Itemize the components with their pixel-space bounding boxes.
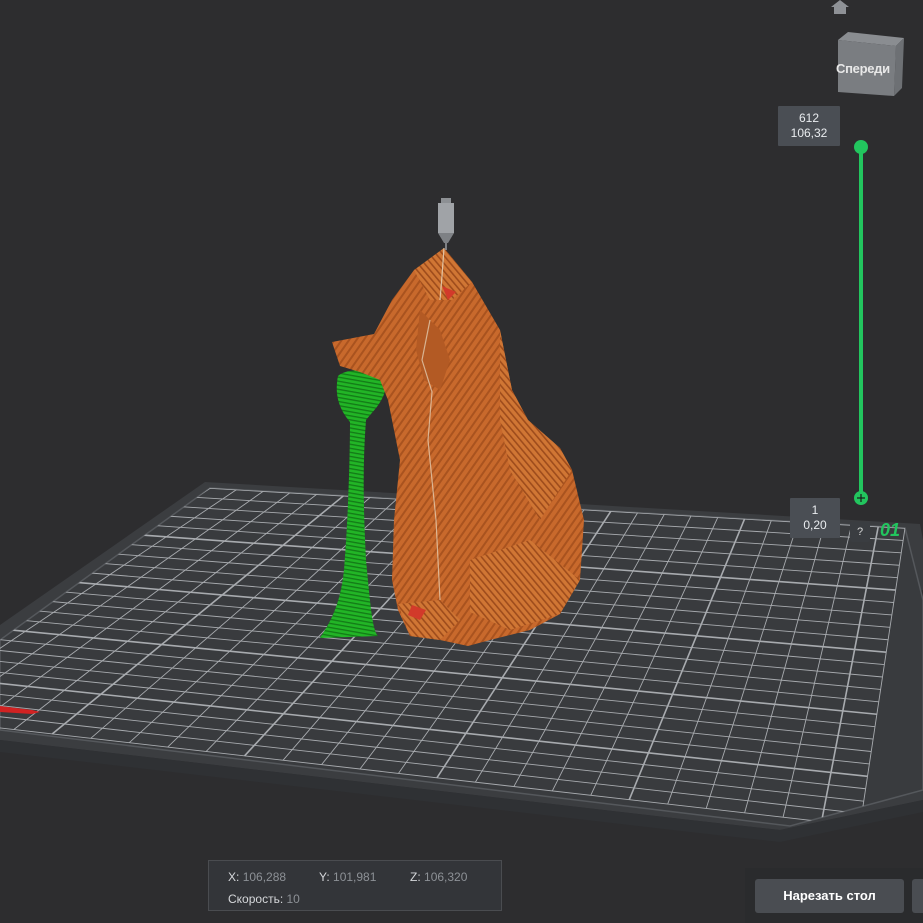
x-value: 106,288 [242,870,287,884]
top-layer-number: 612 [798,111,820,125]
position-status-panel: X: 106,288 Y: 101,981 Z: 106,320 Скорост… [208,860,502,911]
y-coordinate: Y: 101,981 [319,870,376,884]
bottom-layer-label: 1 0,20 [790,498,840,538]
z-label: Z: [410,870,421,884]
slice-plate-button[interactable]: Нарезать стол [755,879,904,913]
slice-options-button[interactable] [912,879,923,913]
svg-text:01: 01 [880,520,900,540]
layer-slider-bottom-handle[interactable] [854,491,868,505]
3d-preview-viewport[interactable]: 01 Спереди 612 106,32 1 0,20 ? X: 106,28… [0,0,923,923]
x-coordinate: X: 106,288 [228,870,286,884]
view-cube-front-label[interactable]: Спереди [836,61,902,76]
top-layer-label: 612 106,32 [778,106,840,146]
top-layer-height: 106,32 [790,126,828,140]
speed-value: 10 [286,892,300,906]
z-value: 106,320 [424,870,468,884]
y-label: Y: [319,870,330,884]
y-value: 101,981 [333,870,377,884]
help-button[interactable]: ? [850,522,870,542]
speed-readout: Скорость: 10 [228,892,300,906]
layer-slider-top-handle[interactable] [854,140,868,154]
layer-slider[interactable] [854,140,868,505]
home-icon[interactable] [829,0,851,14]
plate-number-icon: 01 [880,520,900,540]
nozzle-icon [438,198,454,250]
bottom-layer-height: 0,20 [803,518,827,532]
speed-label: Скорость: [228,892,284,906]
bottom-layer-number: 1 [811,503,819,517]
x-label: X: [228,870,240,884]
z-coordinate: Z: 106,320 [410,870,467,884]
